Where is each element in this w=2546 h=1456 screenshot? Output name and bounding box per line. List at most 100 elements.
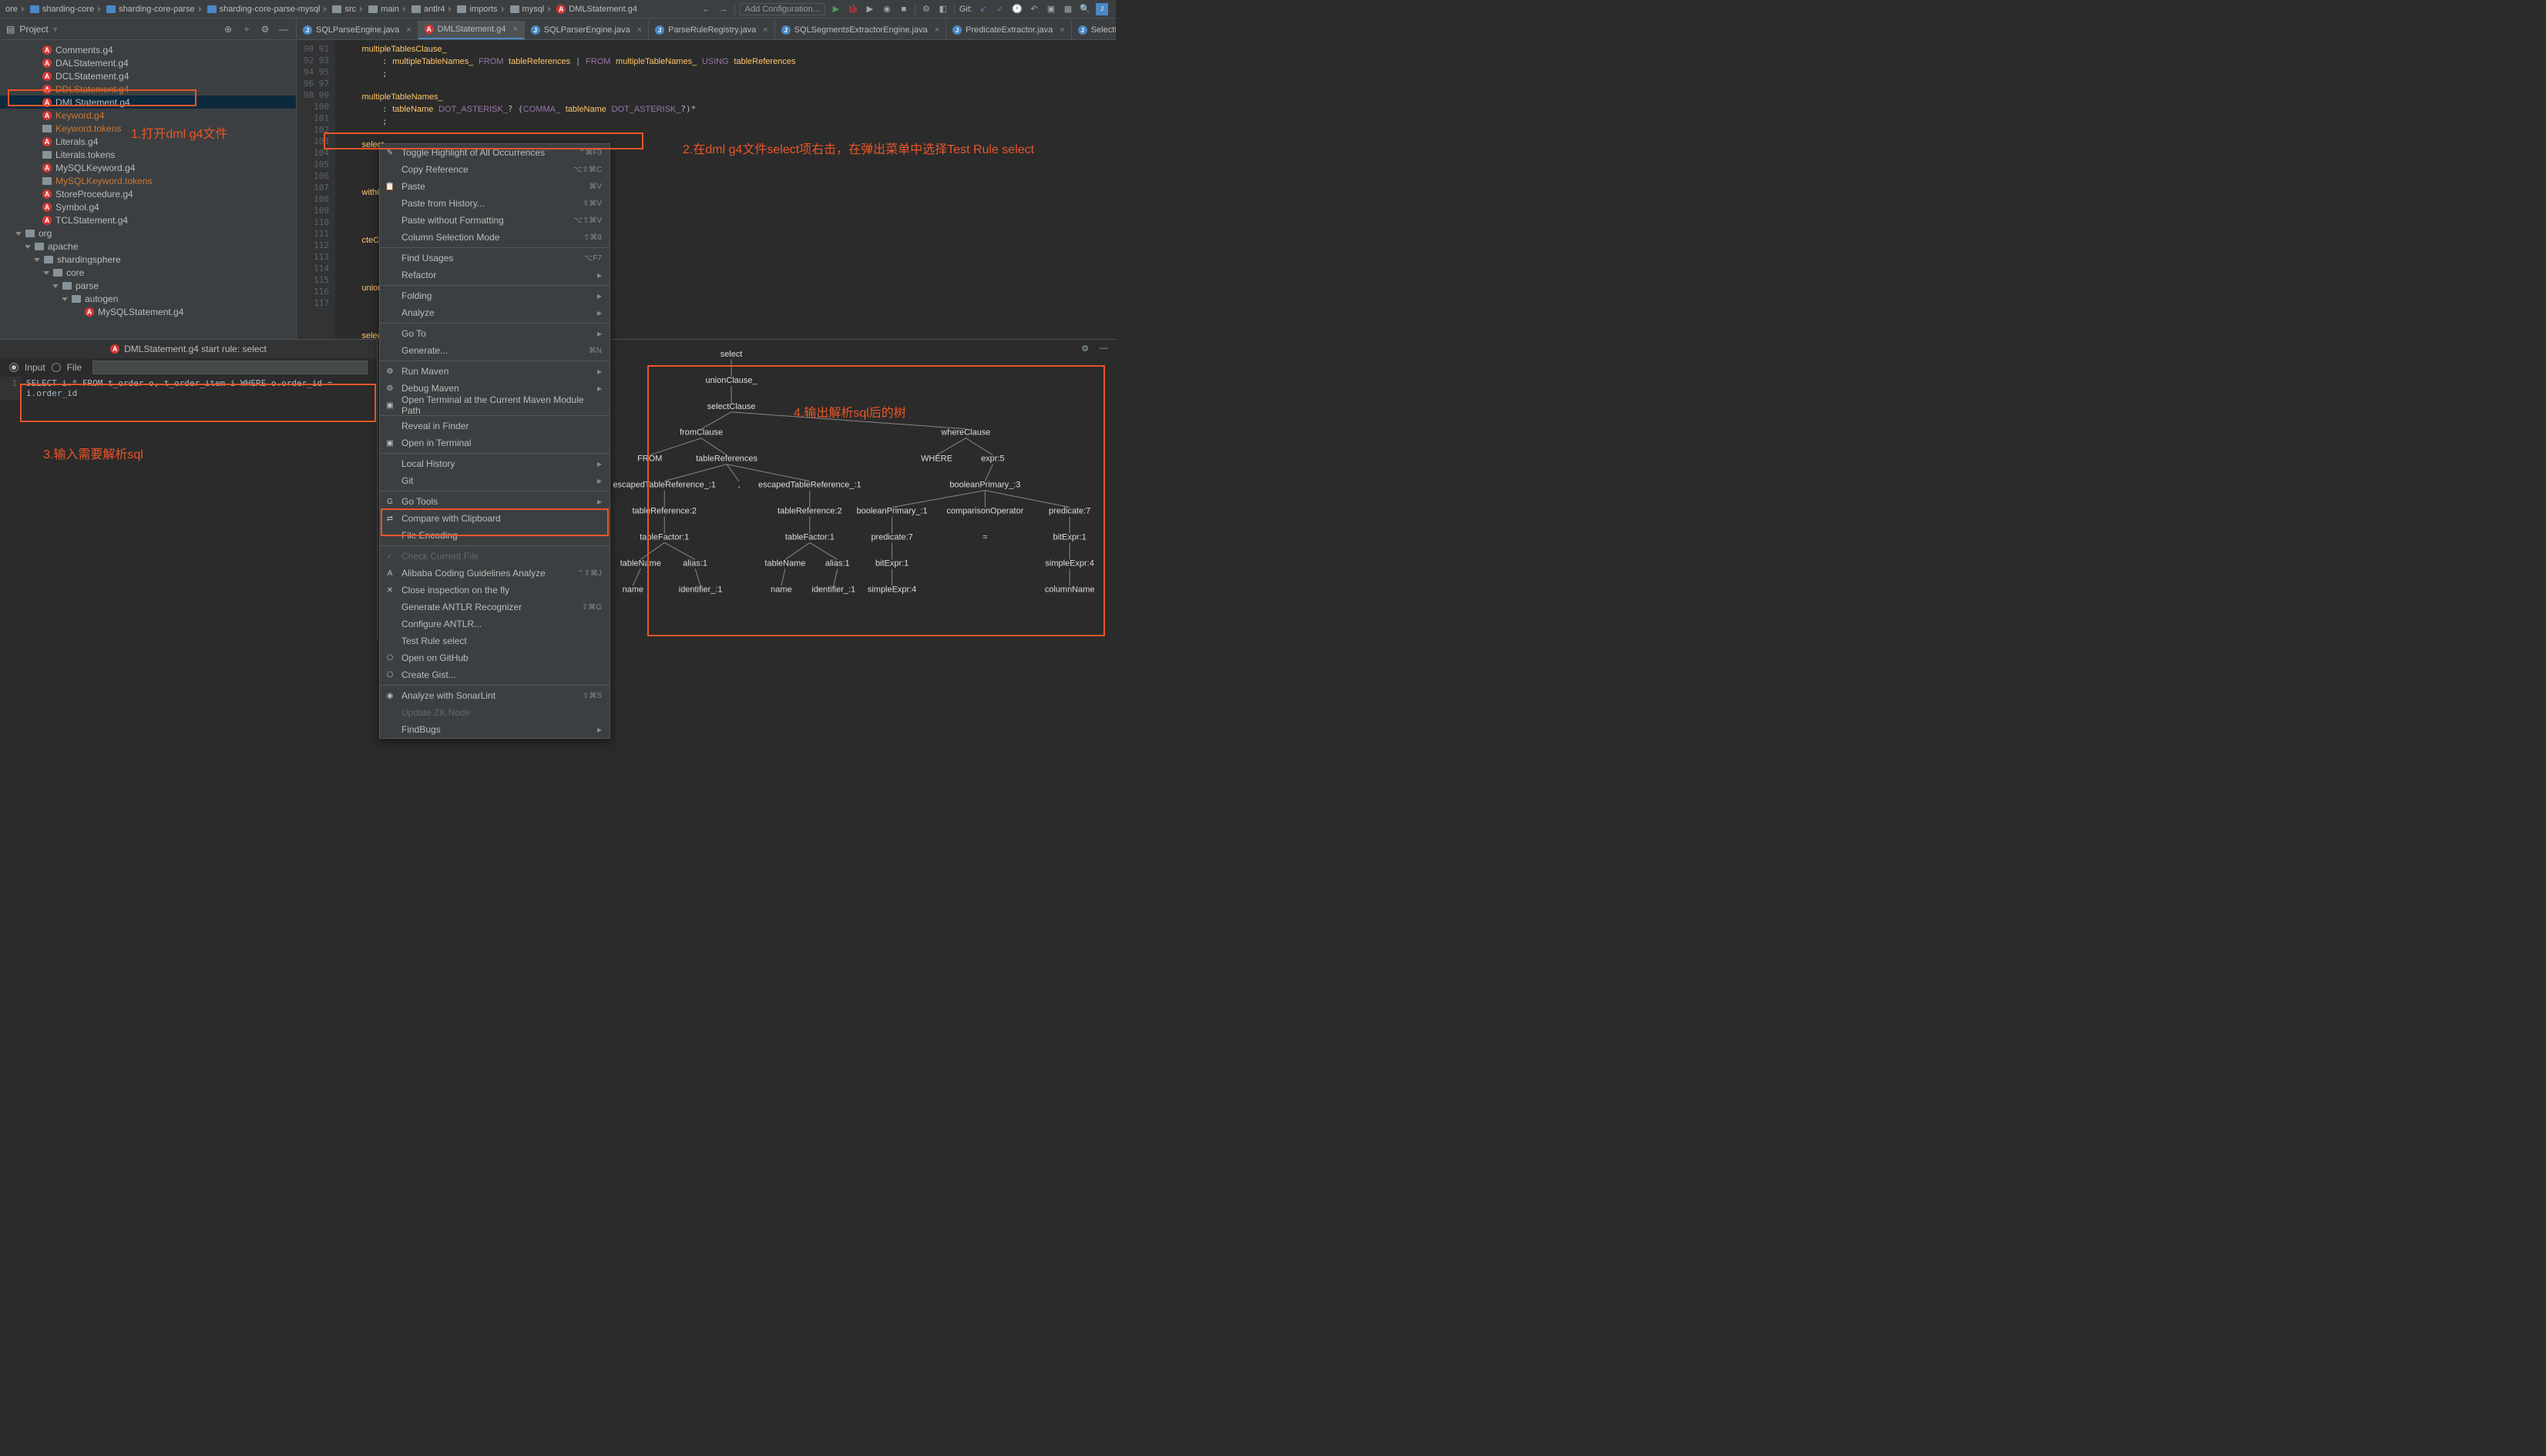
sql-input-area[interactable]: 1 SELECT i.* FROM t_order o, t_order_ite… [0,377,377,400]
context-menu-item[interactable]: ⎔Create Gist... [380,666,610,683]
tree-item[interactable]: AMySQLKeyword.g4 [0,161,296,174]
stop-button[interactable]: ■ [898,3,910,15]
context-menu-item[interactable]: ▣Open Terminal at the Current Maven Modu… [380,397,610,414]
toolbar-icon[interactable]: ⚙ [920,3,932,15]
back-button[interactable]: ← [700,3,713,15]
context-menu-item[interactable]: Folding▸ [380,287,610,304]
run-button[interactable]: ▶ [830,3,842,15]
tree-item[interactable]: core [0,266,296,279]
editor-tab[interactable]: JSelectItemsExtractor.java× [1072,21,1116,39]
breadcrumb-item[interactable]: main [366,5,401,14]
context-menu-item[interactable]: Reveal in Finder [380,418,610,434]
file-path-input[interactable] [92,361,368,374]
context-menu-item[interactable]: Copy Reference⌥⇧⌘C [380,161,610,178]
collapse-button[interactable]: ÷ [240,23,253,35]
close-tab-button[interactable]: × [406,25,411,35]
toolbar-icon[interactable]: ▦ [1062,3,1074,15]
context-menu-item[interactable]: Configure ANTLR... [380,616,610,632]
context-menu-item[interactable]: Test Rule select [380,632,610,649]
context-menu-item[interactable]: 📋Paste⌘V [380,178,610,195]
editor-tab[interactable]: JPredicateExtractor.java× [946,21,1072,39]
context-menu-item[interactable]: Local History▸ [380,455,610,472]
context-menu-item[interactable]: Paste from History...⇧⌘V [380,195,610,212]
close-tab-button[interactable]: × [512,25,517,34]
toolbar-icon[interactable]: ▣ [1045,3,1057,15]
tree-item[interactable]: ADALStatement.g4 [0,56,296,69]
context-menu-item[interactable]: ⎔Open on GitHub [380,649,610,666]
breadcrumb-item[interactable]: sharding-core-parse-mysql [205,5,323,14]
context-menu-item[interactable]: Paste without Formatting⌥⇧⌘V [380,212,610,229]
close-tab-button[interactable]: × [763,25,767,35]
tree-item[interactable]: ADMLStatement.g4 [0,96,296,109]
tree-item[interactable]: ASymbol.g4 [0,200,296,213]
close-tab-button[interactable]: × [1060,25,1064,35]
editor-tab[interactable]: JParseRuleRegistry.java× [649,21,775,39]
context-menu-item[interactable]: AAlibaba Coding Guidelines Analyze⌃⇧⌘J [380,565,610,582]
tree-item[interactable]: Keyword.tokens [0,122,296,135]
tree-item[interactable]: AStoreProcedure.g4 [0,187,296,200]
context-menu-item[interactable]: Column Selection Mode⇧⌘8 [380,229,610,246]
breadcrumb-item[interactable]: ADMLStatement.g4 [554,5,640,14]
context-menu-item[interactable]: Find Usages⌥F7 [380,250,610,267]
tree-item[interactable]: shardingsphere [0,253,296,266]
tree-item[interactable]: MySQLKeyword.tokens [0,174,296,187]
close-tab-button[interactable]: × [637,25,642,35]
tree-item[interactable]: ALiterals.g4 [0,135,296,148]
context-menu-item[interactable]: Analyze▸ [380,304,610,321]
context-menu-item[interactable]: ◉Analyze with SonarLint⇧⌘S [380,687,610,704]
profile-button[interactable]: ◉ [881,3,893,15]
breadcrumb-item[interactable]: sharding-core [28,5,96,14]
debug-button[interactable]: 🐞 [847,3,859,15]
locate-button[interactable]: ⊕ [222,23,234,35]
git-commit-button[interactable]: ✓ [994,3,1006,15]
tree-item[interactable]: AComments.g4 [0,43,296,56]
context-menu-item[interactable]: ▣Open in Terminal [380,434,610,451]
git-revert-button[interactable]: ↶ [1028,3,1040,15]
run-configuration-dropdown[interactable]: Add Configuration... [740,3,825,15]
context-menu-item[interactable]: GGo Tools▸ [380,493,610,510]
editor-tab[interactable]: JSQLParserEngine.java× [525,21,649,39]
file-radio[interactable] [52,363,61,372]
editor-tab[interactable]: ADMLStatement.g4× [418,21,525,39]
settings-button[interactable]: ⚙ [259,23,271,35]
tree-item[interactable]: apache [0,240,296,253]
breadcrumb-item[interactable]: imports [455,5,499,14]
editor-tab[interactable]: JSQLParseEngine.java× [297,21,418,39]
tree-item[interactable]: Literals.tokens [0,148,296,161]
context-menu-item[interactable]: Git▸ [380,472,610,489]
context-menu-item[interactable]: FindBugs▸ [380,721,610,738]
tree-item[interactable]: parse [0,279,296,292]
breadcrumb-item[interactable]: ore [3,5,20,14]
coverage-button[interactable]: ▶ [864,3,876,15]
tree-item[interactable]: org [0,226,296,240]
input-radio[interactable] [9,363,18,372]
context-menu-item[interactable]: Generate ANTLR Recognizer⇧⌘G [380,599,610,616]
context-menu-item[interactable]: File Encoding [380,527,610,544]
toolbar-icon[interactable]: ◧ [937,3,949,15]
tree-item[interactable]: ADCLStatement.g4 [0,69,296,82]
git-update-button[interactable]: ↙ [977,3,989,15]
forward-button[interactable]: → [717,3,730,15]
context-menu[interactable]: ✎Toggle Highlight of All Occurrences⌃⌘F3… [379,143,610,739]
breadcrumb-item[interactable]: mysql [508,5,547,14]
editor-tab[interactable]: JSQLSegmentsExtractorEngine.java× [775,21,946,39]
tree-item[interactable]: ADDLStatement.g4 [0,82,296,96]
breadcrumb-item[interactable]: sharding-core-parse [104,5,196,14]
breadcrumb-item[interactable]: src [330,5,358,14]
tree-item[interactable]: ATCLStatement.g4 [0,213,296,226]
context-menu-item[interactable]: ✎Toggle Highlight of All Occurrences⌃⌘F3 [380,144,610,161]
search-everywhere-button[interactable]: 🔍 [1079,3,1091,15]
hide-button[interactable]: — [277,23,290,35]
tree-item[interactable]: AKeyword.g4 [0,109,296,122]
sql-text[interactable]: SELECT i.* FROM t_order o, t_order_item … [22,377,377,400]
tree-item[interactable]: AMySQLStatement.g4 [0,305,296,318]
context-menu-item[interactable]: Refactor▸ [380,267,610,283]
git-history-button[interactable]: 🕐 [1011,3,1023,15]
breadcrumb-item[interactable]: antlr4 [409,5,448,14]
context-menu-item[interactable]: Go To▸ [380,325,610,342]
close-tab-button[interactable]: × [935,25,939,35]
context-menu-item[interactable]: ⇄Compare with Clipboard [380,510,610,527]
project-title[interactable]: Project [19,24,48,35]
toolbar-icon[interactable]: J [1096,3,1108,15]
context-menu-item[interactable]: ⚙Run Maven▸ [380,363,610,380]
